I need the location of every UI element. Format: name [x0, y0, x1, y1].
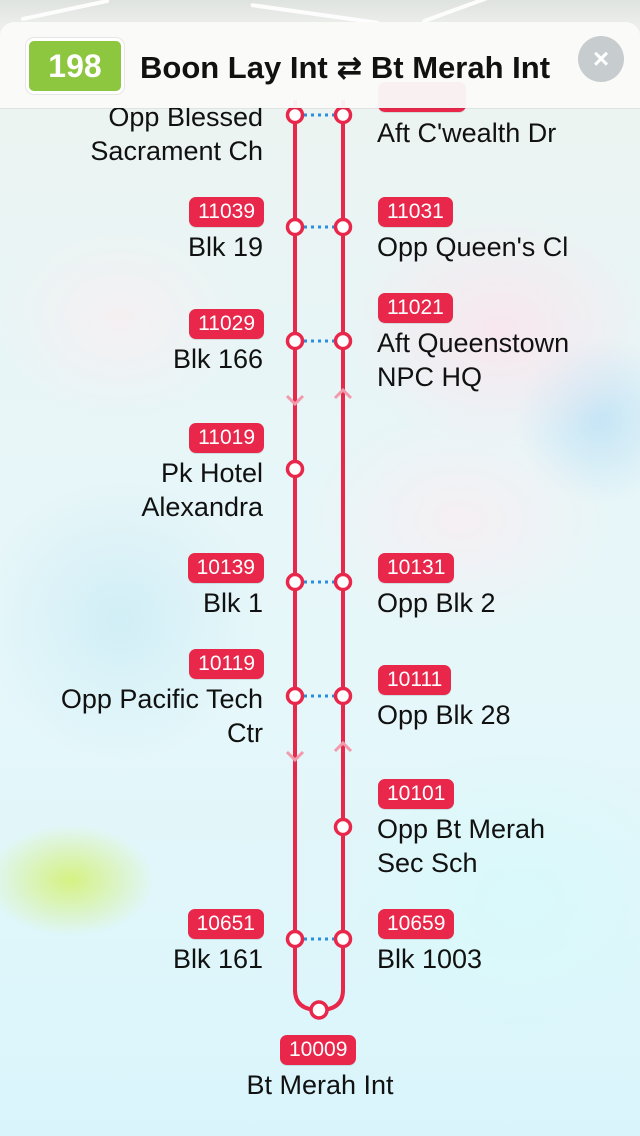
stop-code-badge: 10101	[378, 779, 455, 809]
stop-name-line: Opp Blk 2	[377, 588, 496, 618]
stop-name-line: Blk 19	[187, 232, 263, 262]
stop-right-2[interactable]: Aft Queenstown NPC HQ	[377, 326, 569, 394]
stop-name-line: NPC HQ	[377, 362, 483, 392]
terminal-code-badge: 10009	[280, 1035, 357, 1065]
stop-name-line: Opp Bt Merah	[377, 814, 546, 844]
stop-left-3[interactable]: Pk Hotel Alexandra	[141, 456, 263, 524]
stop-marker	[285, 217, 305, 237]
stop-pair-connectors	[304, 113, 336, 941]
close-button[interactable]: ×	[578, 36, 624, 82]
stop-name-line: Ctr	[227, 718, 263, 748]
stop-name-line: Blk 166	[172, 344, 263, 374]
stop-code-badge: 10139	[187, 553, 264, 583]
stop-right-1[interactable]: Opp Queen's Cl	[377, 230, 568, 264]
stop-code-badge: 10119	[189, 649, 264, 679]
stop-marker	[285, 105, 305, 125]
stop-code-badge: 11039	[189, 197, 264, 227]
stop-name-line: Blk 161	[172, 944, 263, 974]
stop-marker	[285, 929, 305, 949]
stop-code-badge: 10659	[378, 909, 455, 939]
stop-marker	[333, 817, 353, 837]
route-line	[293, 100, 345, 1013]
terminal-stop-name[interactable]: Bt Merah Int	[0, 1068, 640, 1102]
stop-code-badge: 11021	[378, 293, 453, 323]
stop-marker	[285, 459, 305, 479]
stop-name-line: Aft C'wealth Dr	[377, 118, 557, 148]
stop-right-4[interactable]: Opp Blk 28	[377, 698, 511, 732]
terminal-stop-marker	[309, 1000, 329, 1020]
stop-name-line: Alexandra	[141, 492, 263, 522]
stop-marker	[333, 105, 353, 125]
stop-left-4[interactable]: Blk 1	[203, 586, 263, 620]
stop-code-badge: 11031	[378, 197, 453, 227]
stop-marker	[333, 686, 353, 706]
stop-right-3[interactable]: Opp Blk 2	[377, 586, 496, 620]
stop-marker	[285, 686, 305, 706]
stop-name-line: Opp Pacific Tech	[60, 684, 263, 714]
stop-right-5[interactable]: Opp Bt Merah Sec Sch	[377, 812, 545, 880]
stop-code-badge: 10651	[187, 909, 264, 939]
route-title: Boon Lay Int ⇄ Bt Merah Int	[140, 50, 551, 85]
stop-left-1[interactable]: Blk 19	[188, 230, 263, 264]
route-line-diagram	[285, 100, 353, 1020]
stop-marker	[285, 572, 305, 592]
stop-code-badge: 11019	[189, 423, 264, 453]
stop-marker	[333, 929, 353, 949]
stop-name-line: Opp Blk 28	[377, 700, 511, 730]
stop-name-line: Blk 1	[202, 588, 263, 618]
stop-left-2[interactable]: Blk 166	[173, 342, 263, 376]
close-icon: ×	[592, 43, 610, 74]
stop-name-line: Blk 1003	[377, 944, 483, 974]
stop-left-0[interactable]: Opp Blessed Sacrament Ch	[90, 100, 263, 168]
stop-right-6[interactable]: Blk 1003	[377, 942, 482, 976]
stop-name-line: Sec Sch	[377, 848, 478, 878]
stop-name-line: Pk Hotel	[160, 458, 263, 488]
stop-code-badge: 10131	[378, 553, 455, 583]
stop-marker	[333, 217, 353, 237]
stop-left-5[interactable]: Opp Pacific Tech Ctr	[61, 682, 263, 750]
stop-name-line: Aft Queenstown	[377, 328, 570, 358]
stop-left-6[interactable]: Blk 161	[173, 942, 263, 976]
stop-marker	[285, 331, 305, 351]
stop-name-line: Sacrament Ch	[90, 136, 263, 166]
stop-right-0[interactable]: Aft C'wealth Dr	[377, 116, 556, 150]
stop-marker	[333, 331, 353, 351]
stop-marker	[333, 572, 353, 592]
stop-name-line: Opp Queen's Cl	[377, 232, 569, 262]
route-number-badge: 198	[26, 38, 124, 94]
stop-code-badge: 10111	[378, 665, 452, 695]
stop-code-badge: 11029	[189, 309, 264, 339]
